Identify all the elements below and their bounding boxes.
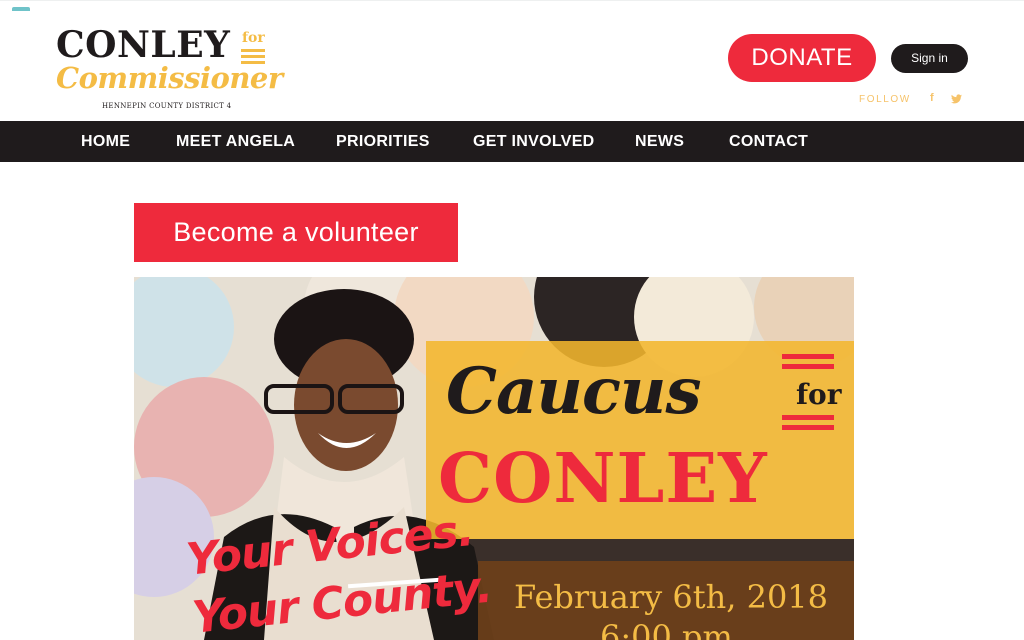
- nav-item-home[interactable]: HOME: [81, 121, 130, 162]
- event-date: February 6th, 2018: [514, 578, 829, 616]
- become-volunteer-button[interactable]: Become a volunteer: [134, 203, 458, 262]
- caucus-stripe: [782, 425, 834, 430]
- logo-name: CONLEY: [56, 24, 231, 66]
- caucus-stripe: [782, 354, 834, 359]
- event-time: 6:00 pm: [600, 618, 733, 640]
- twitter-icon[interactable]: [951, 94, 962, 104]
- nav-item-meet-angela[interactable]: MEET ANGELA: [176, 121, 295, 162]
- follow-label: FOLLOW: [859, 94, 911, 105]
- nav-item-contact[interactable]: CONTACT: [729, 121, 808, 162]
- caucus-name: CONLEY: [438, 439, 768, 519]
- caucus-banner[interactable]: Caucus for CONLEY February 6th, 2018 6:0…: [134, 277, 854, 640]
- site-logo[interactable]: CONLEY for Commissioner HENNEPIN COUNTY …: [56, 24, 283, 115]
- logo-district: HENNEPIN COUNTY DISTRICT 4: [102, 102, 232, 110]
- caucus-stripe: [782, 364, 834, 369]
- caucus-stripe: [782, 415, 834, 420]
- main-nav: HOME MEET ANGELA PRIORITIES GET INVOLVED…: [0, 121, 1024, 162]
- nav-item-news[interactable]: NEWS: [635, 121, 684, 162]
- logo-for: for: [242, 30, 265, 46]
- facebook-icon[interactable]: f: [930, 92, 934, 104]
- nav-item-priorities[interactable]: PRIORITIES: [336, 121, 430, 162]
- corner-tab: [12, 7, 30, 11]
- nav-item-get-involved[interactable]: GET INVOLVED: [473, 121, 595, 162]
- site-header: CONLEY for Commissioner HENNEPIN COUNTY …: [0, 0, 1024, 121]
- logo-office: Commissioner: [56, 61, 283, 95]
- caucus-title: Caucus: [446, 354, 701, 429]
- sign-in-button[interactable]: Sign in: [891, 44, 968, 73]
- caucus-for: for: [796, 378, 842, 411]
- donate-button[interactable]: DONATE: [728, 34, 876, 82]
